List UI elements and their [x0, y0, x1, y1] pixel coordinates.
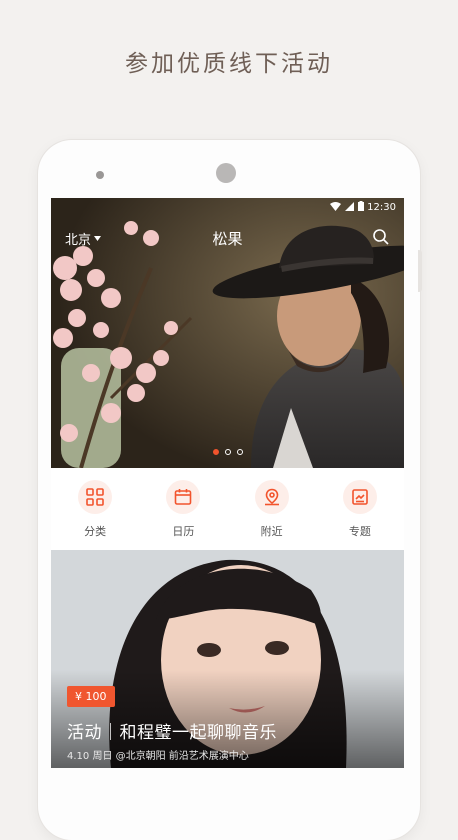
- quick-nav: 分类 日历 附近 专题: [51, 468, 404, 550]
- app-bar: 北京 松果: [51, 226, 404, 250]
- quicknav-icon-wrap: [342, 480, 377, 514]
- price-badge: ¥ 100: [67, 686, 115, 707]
- calendar-icon: [175, 489, 192, 505]
- status-bar: 12:30: [51, 198, 404, 218]
- quicknav-icon-wrap: [254, 480, 289, 514]
- quicknav-category[interactable]: 分类: [60, 468, 130, 539]
- topic-icon: [352, 489, 368, 505]
- quicknav-label: 日历: [172, 525, 195, 538]
- quicknav-label: 分类: [84, 525, 107, 538]
- featured-event-card[interactable]: ¥ 100 活动｜和程璧一起聊聊音乐 4.10 周日 @北京朝阳 前沿艺术展演中…: [51, 550, 404, 768]
- quicknav-icon-wrap: [166, 480, 201, 514]
- phone-sensor: [96, 171, 104, 179]
- quicknav-topic[interactable]: 专题: [325, 468, 395, 539]
- carousel-dot[interactable]: [212, 449, 219, 455]
- quicknav-label: 专题: [348, 525, 371, 538]
- quicknav-label: 附近: [260, 525, 283, 538]
- grid-icon: [86, 488, 104, 506]
- carousel-dot[interactable]: [224, 449, 231, 455]
- battery-icon: [358, 201, 364, 211]
- event-meta: 4.10 周日 @北京朝阳 前沿艺术展演中心: [67, 751, 249, 762]
- location-icon: [264, 488, 279, 506]
- carousel-indicator: [51, 449, 404, 455]
- event-title: 活动｜和程璧一起聊聊音乐: [67, 723, 277, 743]
- quicknav-nearby[interactable]: 附近: [237, 468, 307, 539]
- promo-headline: 参加优质线下活动: [125, 51, 333, 77]
- phone-side-button: [418, 250, 422, 292]
- search-icon[interactable]: [372, 228, 390, 246]
- wifi-icon: [330, 201, 341, 211]
- signal-icon: [345, 201, 354, 211]
- app-title: 松果: [212, 230, 243, 248]
- phone-camera: [216, 163, 236, 183]
- status-time: 12:30: [367, 202, 396, 213]
- app-screen: 12:30 北京 松果 分类 日历 附近 专题 ¥ 100 活动｜和程璧一起聊聊…: [51, 198, 404, 768]
- hero-banner[interactable]: 12:30 北京 松果: [51, 198, 404, 468]
- quicknav-calendar[interactable]: 日历: [148, 468, 218, 539]
- quicknav-icon-wrap: [78, 480, 113, 514]
- carousel-dot[interactable]: [236, 449, 243, 455]
